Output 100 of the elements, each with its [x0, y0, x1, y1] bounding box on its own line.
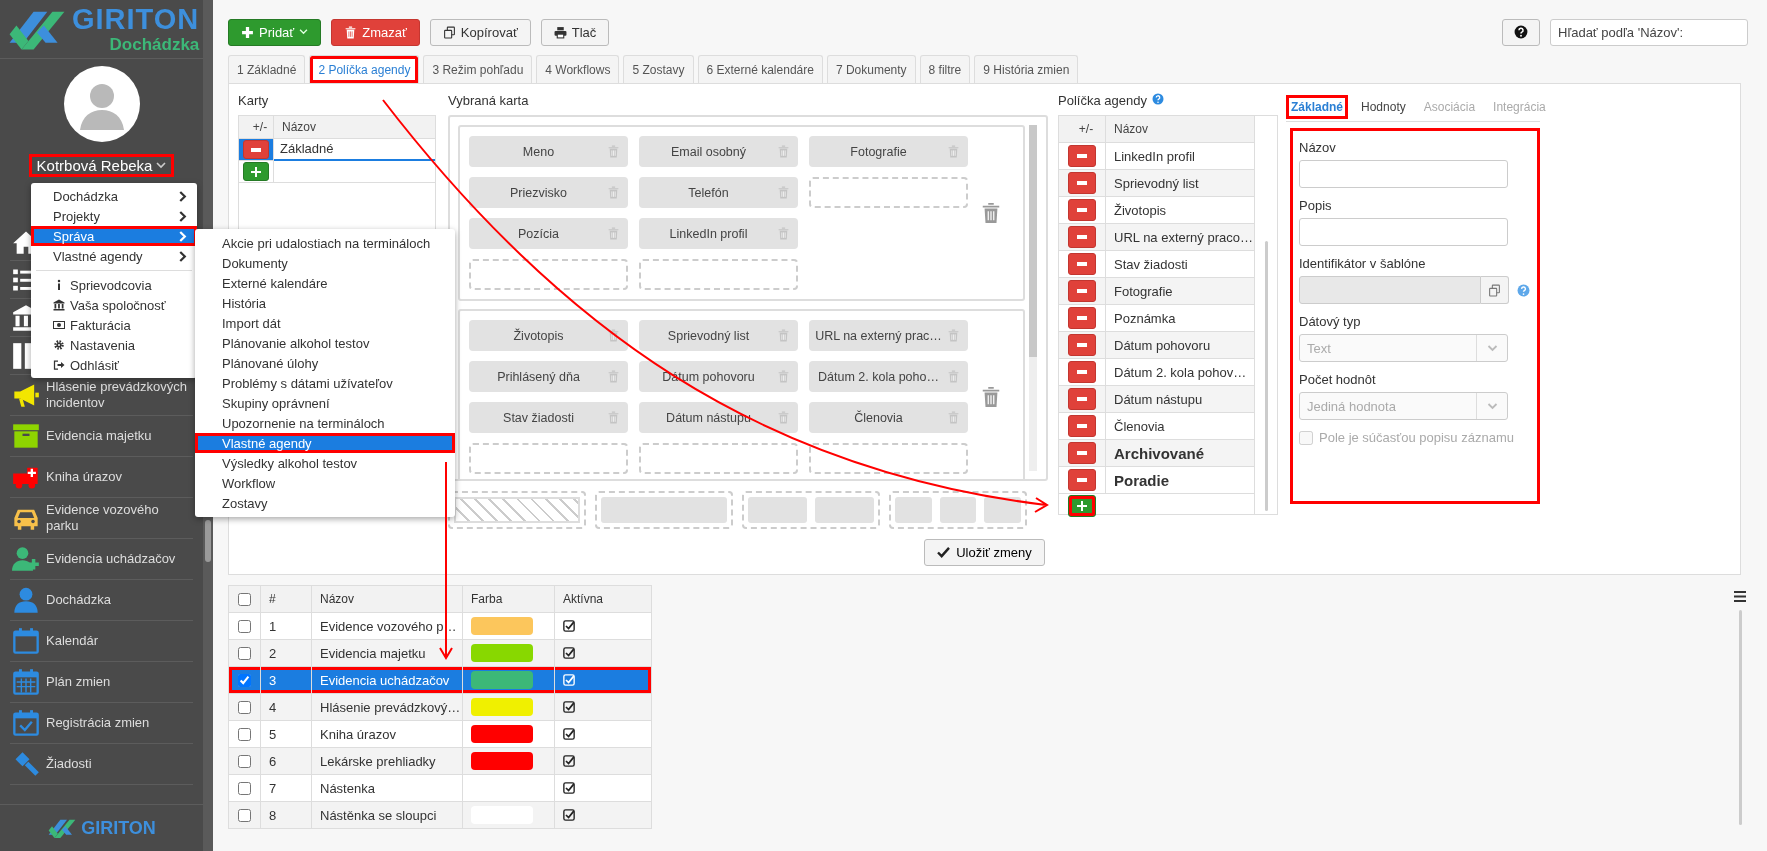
empty-slot[interactable] [809, 443, 968, 474]
field-chip[interactable]: LinkedIn profil [639, 218, 798, 249]
print-button[interactable]: Tlač [540, 18, 610, 46]
field-chip[interactable]: Dátum 2. kola poho… [809, 361, 968, 392]
menu-item[interactable]: Plánované úlohy [195, 353, 455, 373]
remove-button[interactable] [1068, 307, 1096, 329]
calendar-icon[interactable] [12, 627, 40, 655]
nav-item[interactable]: Hlásenie prevádzkových incidentov [46, 379, 191, 411]
menu-item[interactable]: Odhlásiť [31, 355, 197, 375]
table-row[interactable]: 4 Hlásenie prevádzkový… [229, 694, 651, 721]
field-chip[interactable]: Prihlásený dňa [469, 361, 628, 392]
nav-item[interactable]: Žiadosti [46, 756, 92, 772]
field-chip[interactable]: Telefón [639, 177, 798, 208]
menu-item[interactable]: Skupiny oprávnení [195, 393, 455, 413]
table-row[interactable]: 2 Evidencia majetku [229, 640, 651, 667]
help-icon[interactable] [1151, 93, 1164, 105]
nav-item[interactable]: Kniha úrazov [46, 469, 122, 485]
tab[interactable]: 8 filtre [919, 55, 971, 83]
remove-button[interactable] [1068, 226, 1096, 248]
tab[interactable]: 4 Workflows [536, 55, 620, 83]
help-button[interactable] [1502, 18, 1540, 46]
field-chip[interactable]: Meno [469, 136, 628, 167]
field-chip[interactable]: Priezvisko [469, 177, 628, 208]
add-button[interactable]: Pridať [228, 18, 322, 46]
copy-button[interactable]: Kopírovať [429, 18, 531, 46]
box-icon[interactable] [12, 422, 40, 450]
trash-icon[interactable] [607, 328, 620, 343]
calendar-grid-icon[interactable] [12, 668, 40, 696]
checkbox[interactable] [238, 781, 251, 795]
search-field[interactable]: Hľadať podľa 'Názov': [1550, 18, 1748, 46]
menu-item[interactable]: Akcie pri udalostiach na termináloch [195, 233, 455, 253]
field-chip[interactable]: Dátum nástupu [639, 402, 798, 433]
menu-item[interactable]: Vlastné agendy [31, 246, 197, 266]
checkbox[interactable] [238, 727, 251, 741]
field-chip[interactable]: URL na externý prac… [809, 320, 968, 351]
tab[interactable]: 1 Základné [228, 55, 306, 83]
calendar-check-icon[interactable] [12, 709, 40, 737]
tab[interactable]: Hodnoty [1356, 95, 1411, 119]
menu-item[interactable]: Plánovanie alkohol testov [195, 333, 455, 353]
menu-item[interactable]: Zostavy [195, 493, 455, 513]
checkbox[interactable] [238, 700, 251, 714]
field-chip[interactable]: Email osobný [639, 136, 798, 167]
remove-button[interactable] [1068, 172, 1096, 194]
menu-item[interactable]: Sprievodcovia [31, 275, 197, 295]
trash-icon[interactable] [980, 384, 1002, 410]
remove-button[interactable] [1068, 280, 1096, 302]
nav-item[interactable]: Evidencia majetku [46, 428, 152, 444]
checkbox[interactable] [238, 754, 251, 768]
menu-item[interactable]: Výsledky alkohol testov [195, 453, 455, 473]
field-chip[interactable]: Fotografie [809, 136, 968, 167]
nav-item[interactable]: Registrácia zmien [46, 715, 150, 731]
nav-item[interactable]: Evidencia uchádzačov [46, 551, 176, 567]
help-icon[interactable] [1517, 283, 1530, 297]
field-chip[interactable]: Životopis [469, 320, 628, 351]
checkbox[interactable] [238, 673, 251, 687]
nav-item[interactable]: Evidence vozového parku [46, 502, 191, 534]
checkbox[interactable] [238, 619, 251, 633]
scrollbar-thumb[interactable] [1738, 610, 1742, 825]
field-chip[interactable]: Stav žiadosti [469, 402, 628, 433]
tab[interactable]: 2 Políčka agendy [309, 55, 420, 83]
tab[interactable]: 9 História zmien [974, 55, 1079, 83]
user-plus-icon[interactable] [12, 545, 40, 573]
user-menu-button[interactable]: Kotrbová Rebeka [28, 154, 175, 177]
remove-button[interactable] [1068, 253, 1096, 275]
menu-item[interactable]: História [195, 293, 455, 313]
menu-item[interactable]: Projekty [31, 206, 197, 226]
remove-button[interactable] [1068, 334, 1096, 356]
remove-button[interactable] [1068, 469, 1096, 491]
field-chip[interactable]: Pozícia [469, 218, 628, 249]
empty-slot[interactable] [469, 259, 628, 290]
menu-item[interactable]: Nastavenia [31, 335, 197, 355]
copy-button[interactable] [1481, 276, 1509, 304]
table-row[interactable]: 8 Nástěnka se sloupci [229, 802, 651, 829]
add-button[interactable] [243, 162, 269, 181]
menu-item[interactable]: Upozornenie na termináloch [195, 413, 455, 433]
menu-item[interactable]: Vlastné agendy [195, 433, 455, 453]
menu-item[interactable]: Workflow [195, 473, 455, 493]
tab[interactable]: 7 Dokumenty [826, 55, 916, 83]
remove-button[interactable] [1068, 361, 1096, 383]
scrollbar-thumb[interactable] [1264, 241, 1268, 511]
nav-item[interactable]: Kalendár [46, 633, 99, 649]
checkbox[interactable] [238, 808, 251, 822]
tab[interactable]: Základné [1286, 95, 1349, 119]
text-field[interactable] [1299, 218, 1508, 246]
remove-button[interactable] [1068, 442, 1096, 464]
remove-button[interactable] [243, 140, 269, 159]
menu-item[interactable]: Vaša spoločnosť [31, 295, 197, 315]
nav-item[interactable]: Dochádzka [46, 592, 112, 608]
delete-button[interactable]: Zmazať [331, 18, 420, 46]
table-row[interactable]: 6 Lekárske prehliadky [229, 748, 651, 775]
remove-button[interactable] [1068, 199, 1096, 221]
user-icon[interactable] [12, 586, 40, 614]
add-button[interactable] [1068, 495, 1096, 517]
checkbox[interactable] [238, 646, 251, 660]
menu-item[interactable]: Fakturácia [31, 315, 197, 335]
nav-item[interactable]: Plán zmien [46, 674, 111, 690]
text-field[interactable] [1299, 160, 1508, 188]
tab[interactable]: 5 Zostavy [623, 55, 694, 83]
tab[interactable]: 6 Externé kalendáre [697, 55, 823, 83]
menu-item[interactable]: Dokumenty [195, 253, 455, 273]
